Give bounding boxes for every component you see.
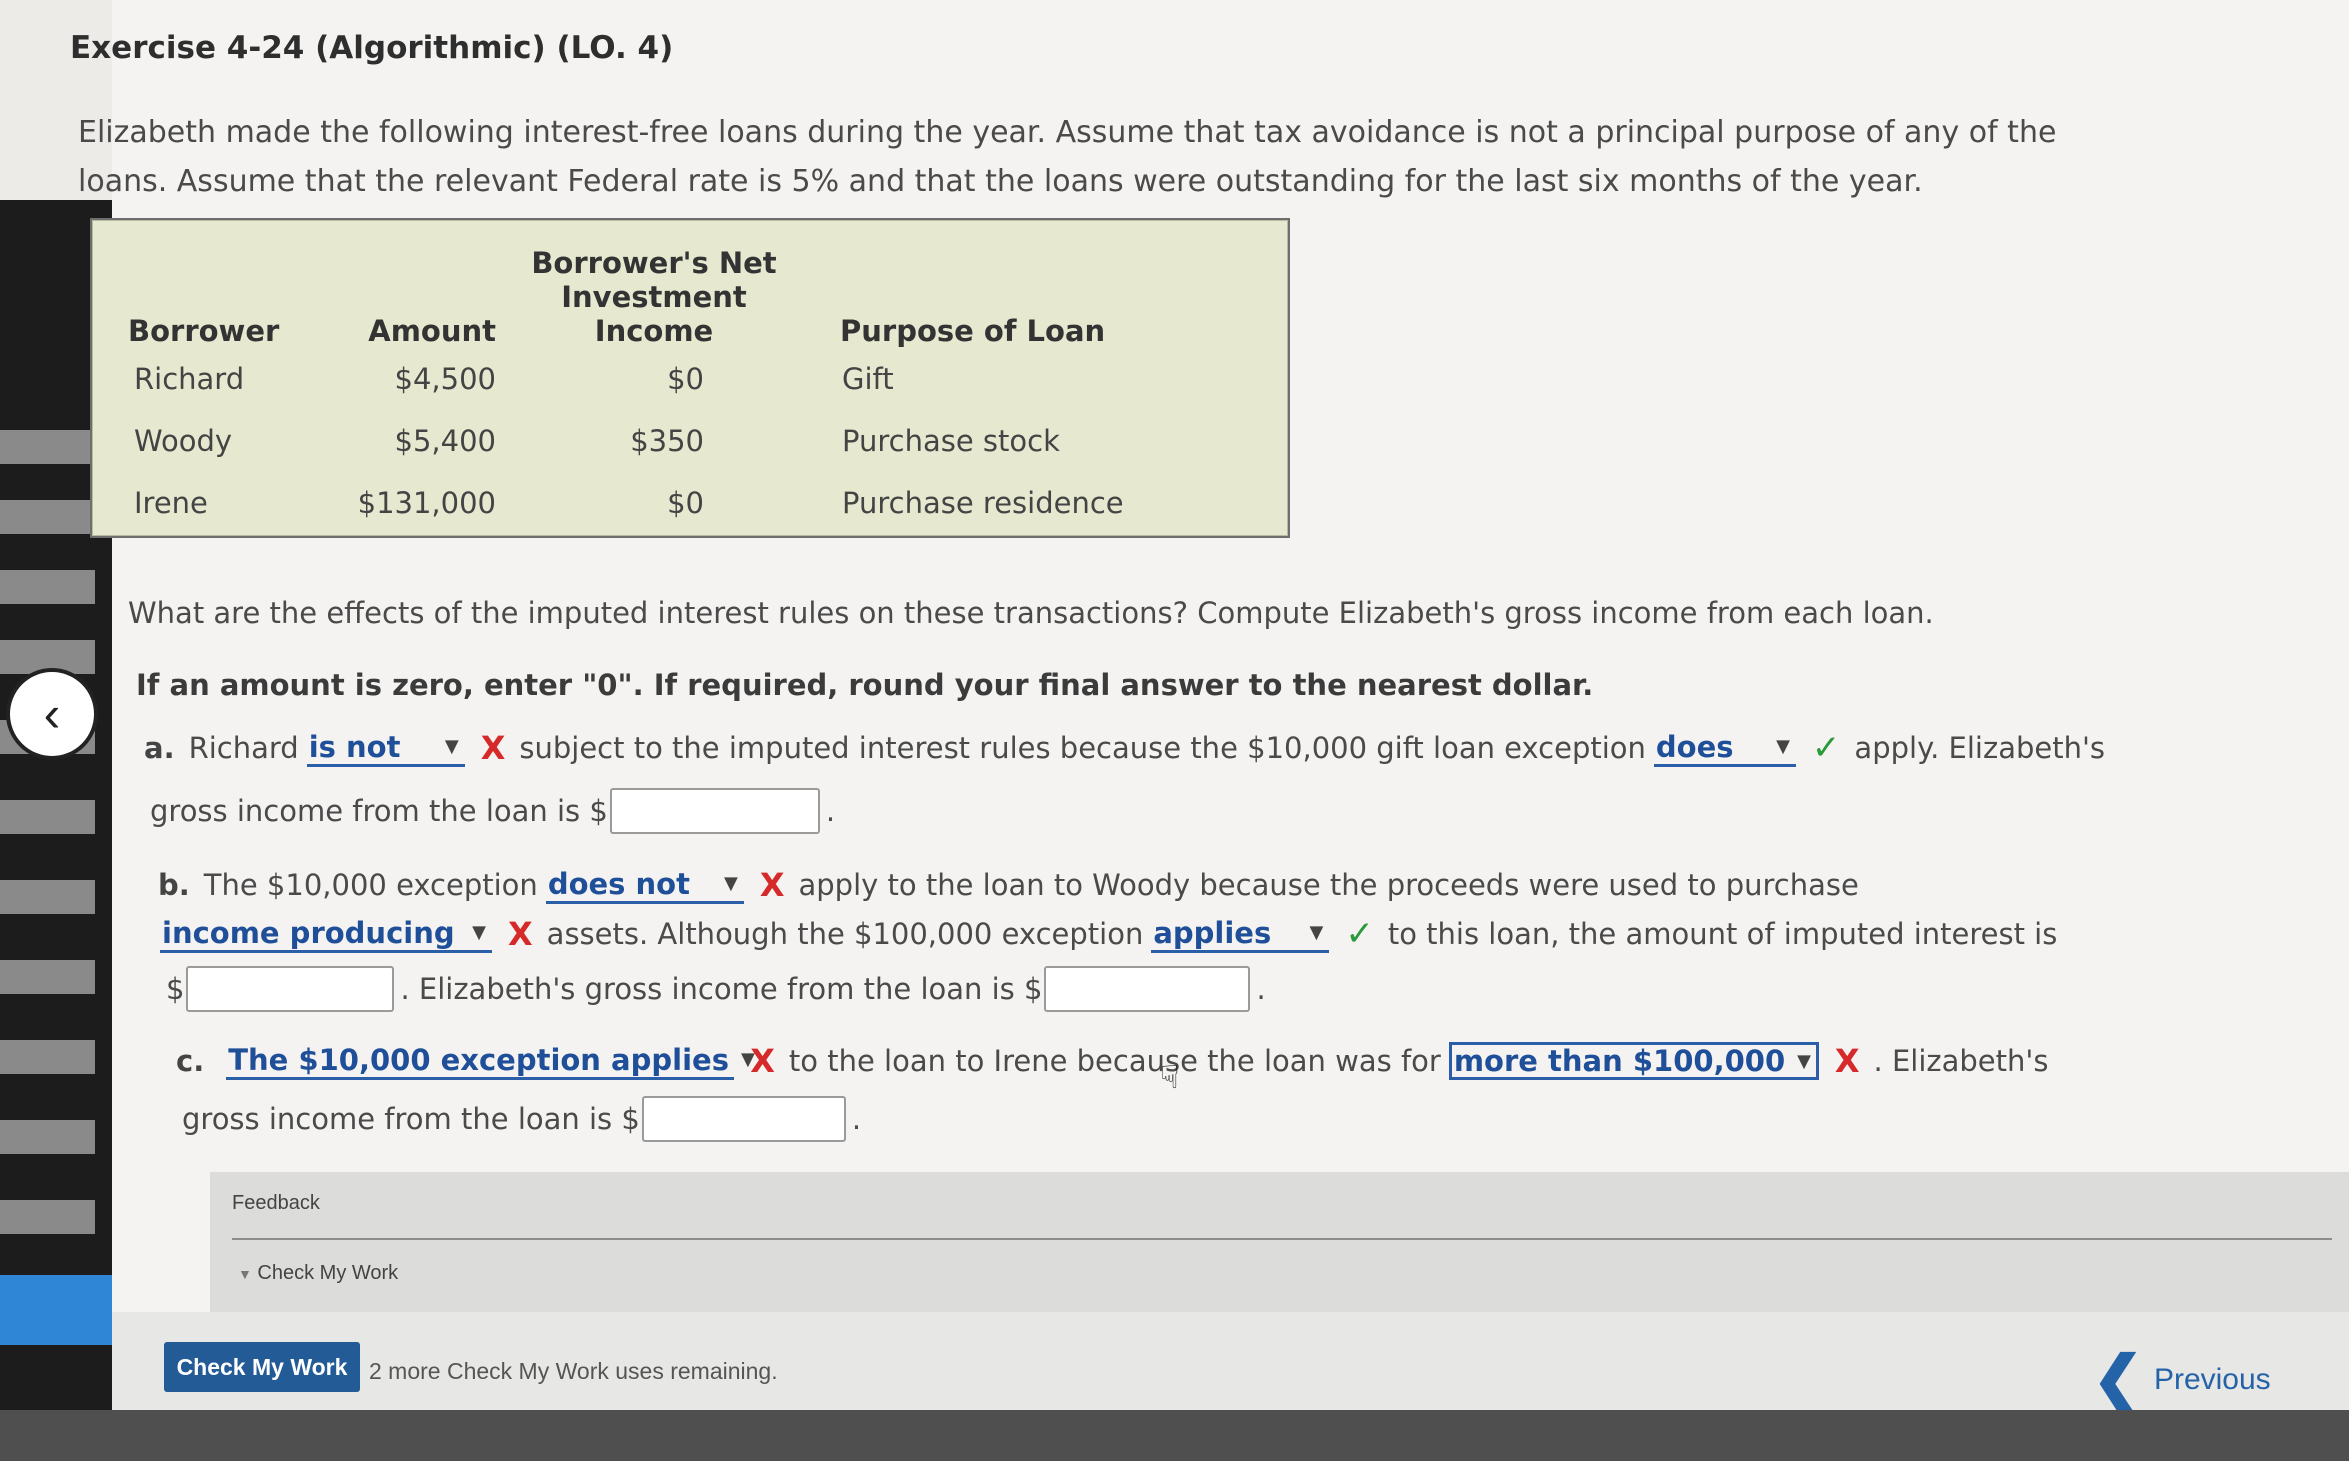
cell-borrower: Woody <box>134 424 233 458</box>
incorrect-icon: X <box>759 866 785 904</box>
part-c-dropdown-2-value: more than $100,000 <box>1453 1044 1786 1078</box>
chevron-left-icon: ❮ <box>2092 1345 2144 1414</box>
exercise-title: Exercise 4-24 (Algorithmic) (LO. 4) <box>70 30 674 66</box>
hand-cursor-icon: ☟ <box>1160 1059 1180 1095</box>
feedback-divider <box>232 1238 2332 1240</box>
header-purpose: Purpose of Loan <box>840 314 1106 348</box>
part-c-text-3: gross income from the loan is $ <box>182 1102 640 1136</box>
part-b-text-7: . <box>1256 972 1266 1006</box>
screen-bezel <box>0 1410 2349 1461</box>
part-b-line-2: income producing ▼ X assets. Although th… <box>160 914 2057 954</box>
cell-amount: $4,500 <box>394 362 496 396</box>
part-c-text-1: to the loan to Irene because the loan wa… <box>788 1044 1441 1078</box>
part-a-line-2: gross income from the loan is $ . <box>150 788 835 834</box>
part-b-dropdown-2-value: income producing <box>162 915 455 950</box>
part-a-text-2: subject to the imputed interest rules be… <box>519 731 1646 765</box>
cell-borrower: Richard <box>134 362 245 396</box>
part-b-dropdown-2[interactable]: income producing ▼ <box>160 915 492 953</box>
check-my-work-button[interactable]: Check My Work <box>164 1342 360 1392</box>
feedback-panel <box>210 1172 2349 1312</box>
loan-table: Borrower's Net Borrower Amount Investmen… <box>90 218 1290 538</box>
table-header-row-2: Borrower Amount Investment Income Purpos… <box>92 280 1288 348</box>
part-b-dropdown-1[interactable]: does not ▼ <box>545 866 744 904</box>
incorrect-icon: X <box>480 729 506 767</box>
back-nav-button[interactable]: ‹ <box>6 668 98 760</box>
part-a-income-input[interactable] <box>609 788 820 834</box>
check-my-work-remaining: 2 more Check My Work uses remaining. <box>369 1358 778 1384</box>
part-b-dropdown-3[interactable]: applies ▼ <box>1151 915 1330 953</box>
part-a-text-3: apply. Elizabeth's <box>1854 731 2106 765</box>
part-b-text-5: $ <box>166 972 185 1006</box>
part-a-text-4: gross income from the loan is $ <box>150 794 608 828</box>
part-a-dropdown-2-value: does <box>1655 729 1734 764</box>
caret-down-icon: ▼ <box>472 922 486 943</box>
incorrect-icon: X <box>750 1042 775 1080</box>
header-income-line2: Investment Income <box>561 280 747 348</box>
question-text: What are the effects of the imputed inte… <box>128 596 1934 630</box>
incorrect-icon: X <box>508 915 533 953</box>
caret-down-icon: ▼ <box>1776 736 1790 757</box>
part-b-dropdown-3-value: applies <box>1153 915 1272 950</box>
correct-icon: ✓ <box>1345 914 1374 954</box>
part-b-text-4: to this loan, the amount of imputed inte… <box>1387 917 2058 951</box>
caret-down-icon: ▼ <box>1309 922 1324 943</box>
part-c-label: c. <box>176 1044 205 1078</box>
cell-income: $0 <box>667 486 704 520</box>
cell-income: $350 <box>630 424 704 458</box>
header-borrower: Borrower <box>128 314 280 348</box>
caret-down-icon: ▼ <box>1797 1050 1811 1072</box>
part-c-dropdown-1-value: The $10,000 exception applies <box>228 1042 729 1077</box>
intro-text: Elizabeth made the following interest-fr… <box>78 115 2057 199</box>
cell-income: $0 <box>667 362 704 396</box>
part-b-text-2: apply to the loan to Woody because the p… <box>798 868 1859 902</box>
table-header-row: Borrower's Net <box>92 220 1288 280</box>
feedback-label: Feedback <box>232 1192 320 1214</box>
part-c-line-2: gross income from the loan is $ . <box>182 1096 861 1142</box>
part-b-line-3: $ . Elizabeth's gross income from the lo… <box>166 966 1266 1012</box>
part-c-income-input[interactable] <box>641 1096 846 1142</box>
caret-down-icon: ▼ <box>444 736 459 757</box>
part-a-label: a. <box>144 731 175 765</box>
part-b-text-1: The $10,000 exception <box>203 868 538 902</box>
cell-amount: $131,000 <box>357 486 496 520</box>
table-row: Irene $131,000 $0 Purchase residence <box>92 472 1288 534</box>
part-a-dropdown-1-value: is not <box>308 729 401 764</box>
instruction-text: If an amount is zero, enter "0". If requ… <box>136 668 1594 702</box>
part-b-imputed-interest-input[interactable] <box>186 966 395 1012</box>
part-b-dropdown-1-value: does not <box>547 866 690 901</box>
table-row: Richard $4,500 $0 Gift <box>92 348 1288 410</box>
part-b-line-1: b. The $10,000 exception does not ▼ X ap… <box>158 866 1859 904</box>
part-c-dropdown-1[interactable]: The $10,000 exception applies ▼ <box>226 1042 755 1080</box>
header-income-line1: Borrower's Net <box>531 246 777 280</box>
previous-label: Previous <box>2153 1363 2271 1396</box>
cell-purpose: Gift <box>842 362 894 396</box>
previous-button[interactable]: ❮ Previous <box>2092 1345 2271 1414</box>
part-b-text-6: . Elizabeth's gross income from the loan… <box>400 972 1043 1006</box>
part-b-income-input[interactable] <box>1044 966 1251 1012</box>
correct-icon: ✓ <box>1811 728 1841 768</box>
part-c-dropdown-2[interactable]: more than $100,000 ▼ <box>1448 1042 1819 1080</box>
header-amount: Amount <box>368 314 496 348</box>
part-b-text-3: assets. Although the $100,000 exception <box>546 917 1144 951</box>
part-a-dropdown-2[interactable]: does ▼ <box>1653 729 1796 767</box>
cell-amount: $5,400 <box>394 424 496 458</box>
check-my-work-toggle-label: Check My Work <box>257 1262 399 1284</box>
cell-purpose: Purchase stock <box>842 424 1060 458</box>
part-a-dropdown-1[interactable]: is not ▼ <box>306 729 465 767</box>
part-b-label: b. <box>158 868 190 902</box>
part-c-line-1: c. The $10,000 exception applies ▼ X to … <box>176 1042 2048 1080</box>
part-a-text-5: . <box>825 794 836 828</box>
check-my-work-toggle[interactable]: ▼ Check My Work <box>238 1262 398 1285</box>
part-a-text-1: Richard <box>188 731 299 765</box>
part-c-text-4: . <box>851 1102 862 1136</box>
cell-borrower: Irene <box>134 486 208 520</box>
part-a-line-1: a. Richard is not ▼ X subject to the imp… <box>144 728 2105 768</box>
cell-purpose: Purchase residence <box>842 486 1124 520</box>
table-row: Woody $5,400 $350 Purchase stock <box>92 410 1288 472</box>
triangle-down-icon: ▼ <box>238 1266 252 1282</box>
caret-down-icon: ▼ <box>723 873 738 894</box>
part-c-text-2: . Elizabeth's <box>1873 1044 2049 1078</box>
chevron-left-icon: ‹ <box>43 686 61 742</box>
incorrect-icon: X <box>1834 1042 1860 1080</box>
